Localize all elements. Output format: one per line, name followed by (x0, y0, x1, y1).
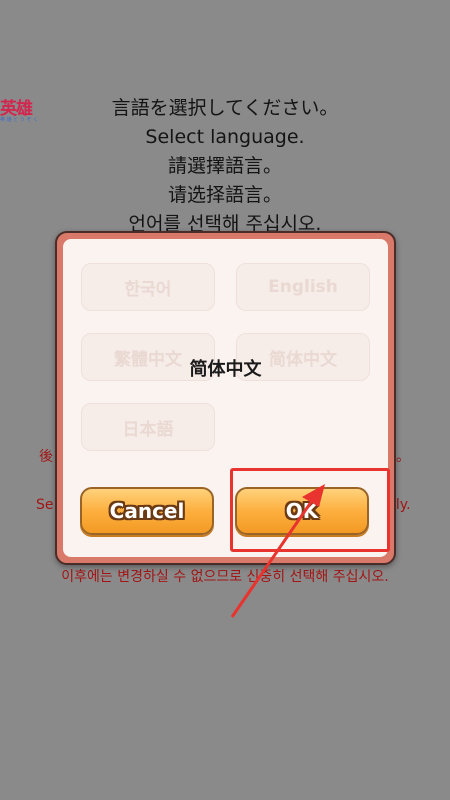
arrow-head (302, 484, 325, 507)
pointer-arrow-icon (230, 484, 325, 618)
arrow-shaft (230, 491, 320, 618)
